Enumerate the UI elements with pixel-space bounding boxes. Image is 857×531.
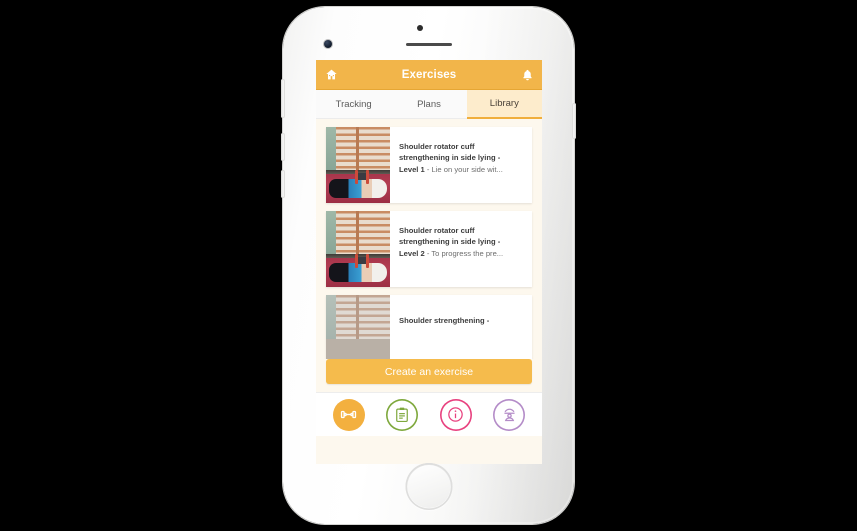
exercise-level: Level 2: [399, 248, 425, 258]
exercise-title-line-2: strengthening in side lying -: [399, 237, 501, 247]
proximity-sensor: [416, 25, 423, 31]
tab-library-label: Library: [489, 98, 519, 109]
bell-icon: [521, 68, 534, 82]
exercise-description: - Lie on your side wit...: [424, 164, 503, 174]
exercise-thumbnail: [326, 211, 390, 287]
exercise-title-line-1: Shoulder rotator cuff: [399, 142, 475, 151]
create-exercise-label: Create an exercise: [384, 365, 474, 378]
tab-tracking-label: Tracking: [335, 98, 372, 110]
create-exercise-button[interactable]: Create an exercise: [326, 359, 532, 384]
nav-treatment-button[interactable]: [493, 398, 526, 431]
notifications-button[interactable]: [512, 60, 542, 90]
list-item[interactable]: Shoulder rotator cuff strengthening in s…: [326, 127, 532, 203]
earpiece-speaker: [405, 43, 452, 46]
info-icon: [446, 405, 465, 424]
tab-library[interactable]: Library: [466, 90, 542, 119]
list-item[interactable]: Shoulder rotator cuff strengthening in s…: [326, 211, 532, 287]
home-icon: [325, 68, 338, 81]
tab-tracking[interactable]: Tracking: [316, 90, 392, 119]
cta-container: Create an exercise: [316, 359, 542, 392]
exercise-text: Shoulder rotator cuff strengthening in s…: [390, 211, 513, 287]
phone-device-frame: Exercises Tracking Plans Library Shoulde…: [281, 7, 576, 524]
exercise-thumbnail: [326, 127, 390, 203]
screenshot-canvas: Exercises Tracking Plans Library Shoulde…: [0, 0, 857, 531]
tab-plans[interactable]: Plans: [391, 90, 467, 119]
exercise-title-line-2: strengthening in side lying -: [399, 153, 501, 163]
phone-screen: Exercises Tracking Plans Library Shoulde…: [316, 60, 542, 464]
exercise-list[interactable]: Shoulder rotator cuff strengthening in s…: [316, 119, 542, 392]
clipboard-icon: [393, 406, 411, 424]
nav-exercises-button[interactable]: [332, 398, 365, 431]
bottom-navigation: [316, 392, 542, 436]
front-camera: [324, 40, 332, 48]
exercise-title-line-1: Shoulder strengthening -: [399, 316, 490, 325]
nav-info-button[interactable]: [439, 398, 472, 431]
home-button[interactable]: [316, 60, 346, 90]
dumbbell-icon: [339, 405, 358, 424]
exercise-title-line-1: Shoulder rotator cuff: [399, 226, 475, 235]
silent-switch[interactable]: [281, 79, 285, 118]
volume-up-button[interactable]: [281, 133, 285, 161]
volume-down-button[interactable]: [281, 170, 285, 198]
nav-plans-button[interactable]: [386, 398, 419, 431]
page-title: Exercises: [401, 68, 457, 81]
home-hardware-button[interactable]: [405, 463, 452, 510]
app-header: Exercises: [316, 60, 542, 90]
exercise-description: - To progress the pre...: [424, 248, 504, 258]
tab-bar: Tracking Plans Library: [316, 90, 542, 119]
exercise-level: Level 1: [399, 164, 425, 174]
treatment-table-icon: [500, 405, 519, 424]
exercise-text: Shoulder rotator cuff strengthening in s…: [390, 127, 513, 203]
power-button[interactable]: [572, 103, 576, 139]
tab-plans-label: Plans: [417, 98, 441, 110]
